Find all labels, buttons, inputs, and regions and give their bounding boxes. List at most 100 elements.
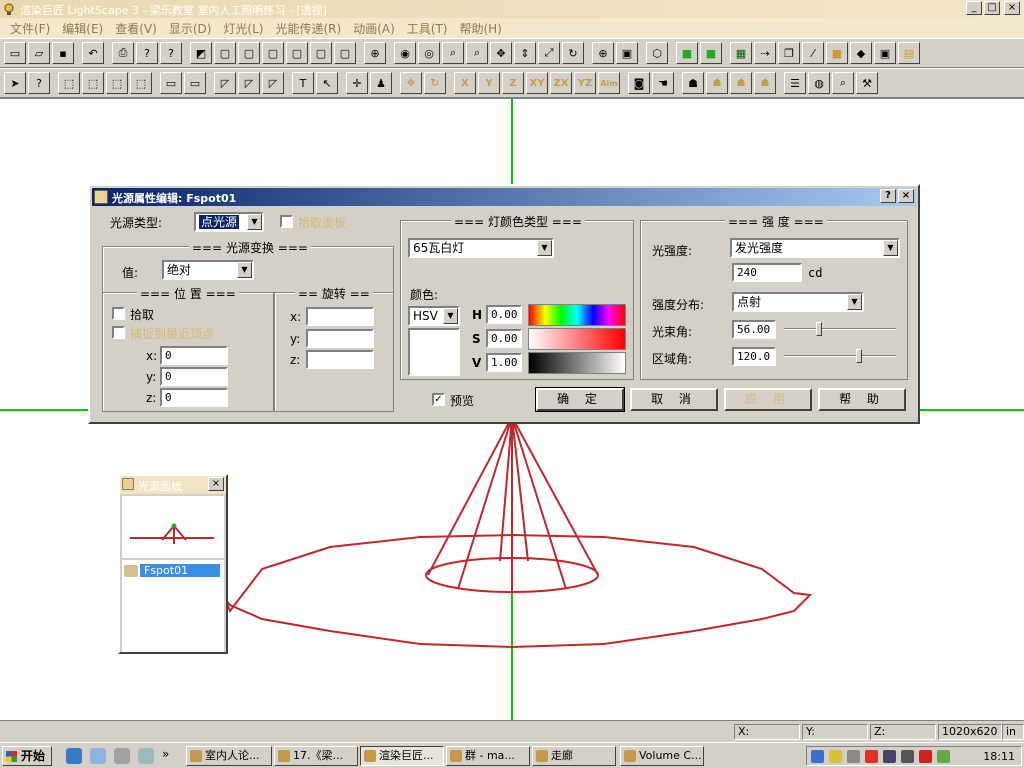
walker-dim-icon[interactable]: ☗ [706,72,728,94]
text-icon[interactable]: T [292,72,314,94]
rotate-icon[interactable]: ↻ [424,72,446,94]
color-model-select[interactable]: HSV ▼ [408,306,460,326]
pan-icon[interactable]: ✥ [490,42,512,64]
field-angle-slider[interactable] [784,355,896,357]
select-add-icon[interactable]: ⬚ [106,72,128,94]
block-paste-icon[interactable]: ▭ [184,72,206,94]
beam-angle-field[interactable]: 56.00 [732,320,776,339]
edit-scale-icon[interactable]: ◸ [262,72,284,94]
dialog-close-button[interactable]: × [898,189,914,203]
chevron-down-icon[interactable]: ▼ [883,240,898,256]
menu-animation[interactable]: 动画(A) [347,20,401,37]
axis-z-button[interactable]: Z [502,72,524,94]
ime-icon[interactable] [901,750,914,763]
solid-cube-icon[interactable]: ■ [676,42,698,64]
open-folder-icon[interactable]: ▱ [28,42,50,64]
crane-icon[interactable]: ⚒ [856,72,878,94]
new-file-icon[interactable]: ▭ [4,42,26,64]
light-direction-icon[interactable]: ⇢ [754,42,776,64]
task-button-1[interactable]: 室内人论... [186,746,272,766]
walk-icon[interactable]: ◎ [418,42,440,64]
menu-radiosity[interactable]: 光能传递(R) [269,20,347,37]
shield-icon[interactable] [829,750,842,763]
help-button[interactable]: 帮 助 [818,388,906,411]
field-angle-slider-thumb[interactable] [856,349,863,363]
axis-xy-button[interactable]: XY [526,72,548,94]
k-icon[interactable] [865,750,878,763]
shaded-cube-icon[interactable]: ■ [700,42,722,64]
zoom-window-icon[interactable]: ⌕ [466,42,488,64]
view-back-icon[interactable]: ▢ [310,42,332,64]
dialog-help-button[interactable]: ? [880,189,896,203]
zoom-in-icon[interactable]: ⊕ [592,42,614,64]
undo-icon[interactable]: ↶ [82,42,104,64]
query-icon[interactable]: ? [28,72,50,94]
axis-x-button[interactable]: X [454,72,476,94]
intensity-value-field[interactable]: 240 [732,263,802,282]
hand-icon[interactable]: ☚ [652,72,674,94]
hue-bar[interactable] [528,304,626,326]
distribution-select[interactable]: 点射 ▼ [732,292,864,312]
antivirus-icon[interactable] [919,750,932,763]
cursor-select-icon[interactable]: ↖ [316,72,338,94]
globe-icon[interactable]: ◍ [808,72,830,94]
frame-icon[interactable]: ▣ [616,42,638,64]
pos-x-field[interactable]: 0 [160,346,228,365]
close-window-button[interactable]: × [1004,1,1020,15]
image-icon[interactable]: ▤ [898,42,920,64]
value-mode-select[interactable]: 绝对 ▼ [162,260,254,280]
roll-icon[interactable]: ↻ [562,42,584,64]
orbit-icon[interactable]: ◉ [394,42,416,64]
desktop-icon[interactable] [114,748,130,764]
menu-display[interactable]: 显示(D) [163,20,218,37]
menu-help[interactable]: 帮助(H) [453,20,507,37]
ie-icon[interactable] [66,748,82,764]
rot-y-field[interactable] [306,329,374,348]
view-top-icon[interactable]: ▢ [286,42,308,64]
pos-y-field[interactable]: 0 [160,367,228,386]
context-help-icon[interactable]: ? [160,42,182,64]
chevron-down-icon[interactable]: ▼ [847,294,862,310]
menu-file[interactable]: 文件(F) [4,20,56,37]
select-remove-icon[interactable]: ⬚ [130,72,152,94]
light-palette-close-button[interactable]: × [208,477,224,491]
magnify-doc-icon[interactable]: ⌕ [832,72,854,94]
task-button-5[interactable]: 走廊 [532,746,616,766]
save-icon[interactable]: ▪ [52,42,74,64]
s-field[interactable]: 0.00 [486,329,522,348]
cancel-button[interactable]: 取 消 [630,388,718,411]
runner-icon[interactable]: ☗ [730,72,752,94]
menu-edit[interactable]: 编辑(E) [56,20,109,37]
axis-yz-button[interactable]: YZ [574,72,596,94]
stand-icon[interactable]: ☗ [754,72,776,94]
beam-angle-slider-thumb[interactable] [815,322,822,336]
outlook-icon[interactable] [90,748,106,764]
pos-z-field[interactable]: 0 [160,388,228,407]
minimize-button[interactable]: _ [966,1,982,15]
volume-icon[interactable] [847,750,860,763]
task-button-2[interactable]: 17.《梁... [274,746,358,766]
select-window-icon[interactable]: ⬚ [58,72,80,94]
network-icon[interactable] [811,750,824,763]
tilt-icon[interactable]: ⤢ [538,42,560,64]
texture-icon[interactable]: ◆ [850,42,872,64]
field-angle-field[interactable]: 120.0 [732,347,776,366]
chevron-down-icon[interactable]: ▼ [247,214,262,230]
tape-icon[interactable]: ⁄ [802,42,824,64]
rot-z-field[interactable] [306,350,374,369]
block-icon[interactable]: ▭ [160,72,182,94]
lamp-type-select[interactable]: 65瓦白灯 ▼ [408,238,554,258]
task-button-active[interactable]: 渲染巨匠... [360,746,444,766]
start-button[interactable]: 开始 [2,746,52,766]
render-icon[interactable]: ▣ [874,42,896,64]
saturation-bar[interactable] [528,328,626,350]
edit-vertex-icon[interactable]: ◸ [214,72,236,94]
view-bottom-icon[interactable]: ▢ [334,42,356,64]
menu-light[interactable]: 灯光(L) [217,20,269,37]
layers-icon[interactable]: ☰ [784,72,806,94]
printer-icon[interactable] [883,750,896,763]
menu-tools[interactable]: 工具(T) [401,20,454,37]
axis-zx-button[interactable]: ZX [550,72,572,94]
source-type-select[interactable]: 点光源 ▼ [194,212,264,232]
layer-icon[interactable]: ▦ [730,42,752,64]
